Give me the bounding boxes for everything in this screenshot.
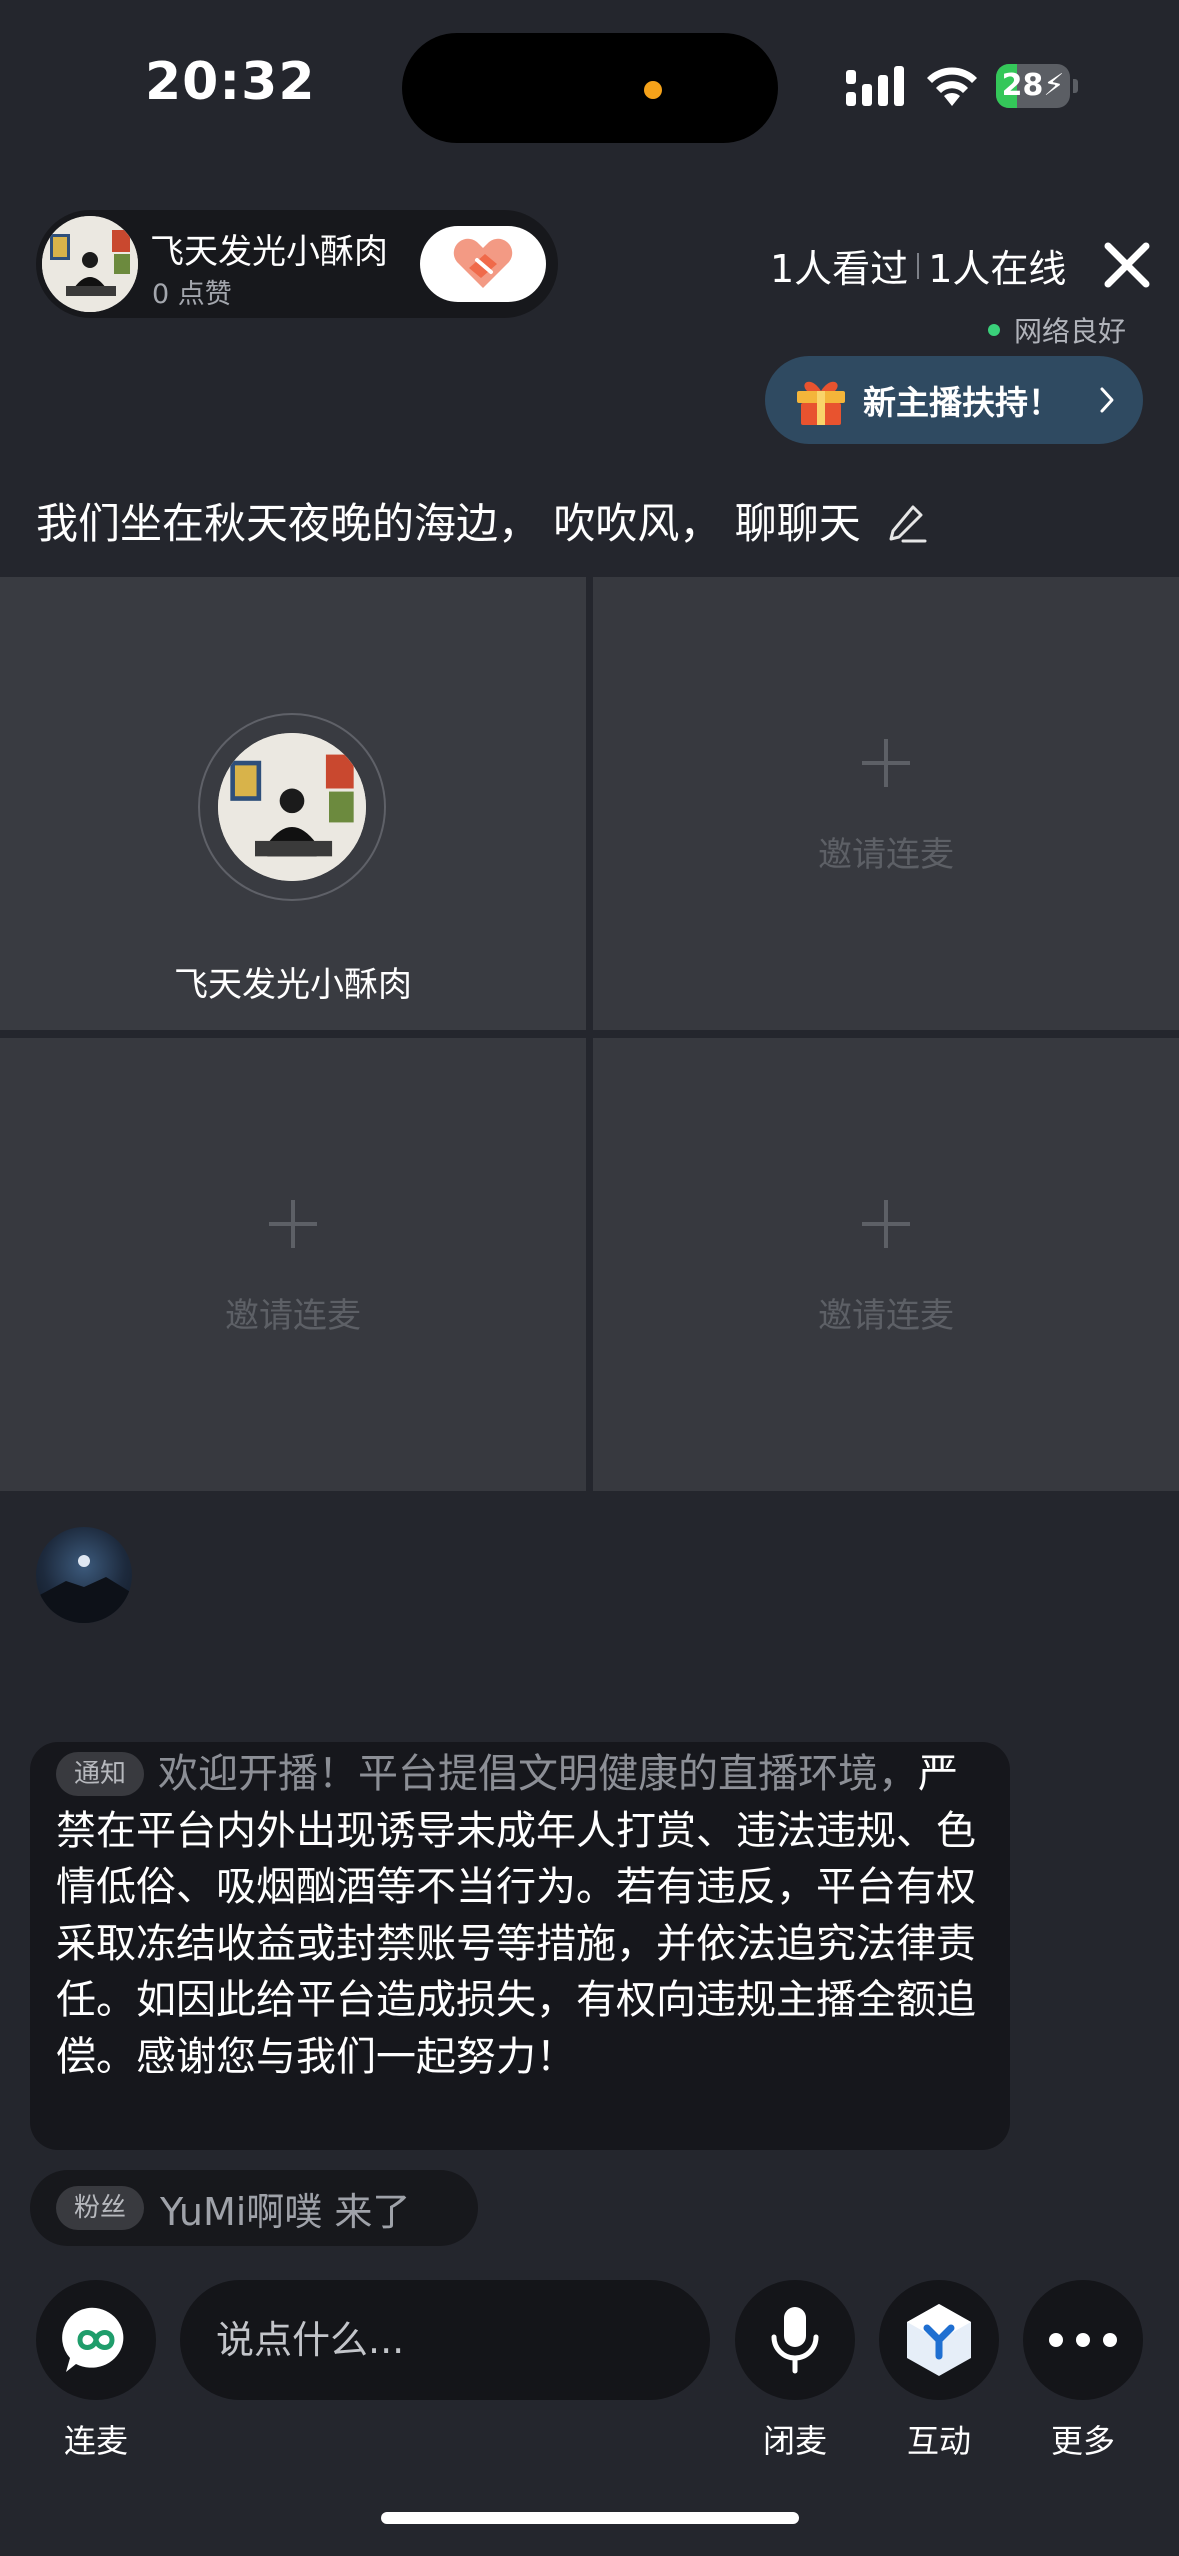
cellular-signal-icon xyxy=(846,66,904,106)
connect-mic-label: 连麦 xyxy=(63,2422,128,2460)
notice-text: 通知 欢迎开播！平台提倡文明健康的直播环境，严禁在平台内外出现诱导未成年人打赏、违… xyxy=(56,1746,986,2085)
invite-mic-label: 邀请连麦 xyxy=(818,835,954,875)
seat-host-name: 飞天发光小酥肉 xyxy=(174,965,412,1005)
link-chat-icon xyxy=(62,2307,124,2372)
mic-seat-host[interactable]: 飞天发光小酥肉 xyxy=(0,577,586,1030)
notice-first-line: 欢迎开播！平台提倡文明健康的直播环境， xyxy=(158,1751,919,1797)
join-message-text: YuMi啊噗 来了 xyxy=(160,2189,411,2234)
interact-button[interactable] xyxy=(879,2280,999,2400)
dynamic-island xyxy=(402,33,778,143)
new-host-support-button[interactable]: 新主播扶持！ xyxy=(765,356,1143,444)
network-status-text: 网络良好 xyxy=(1014,315,1127,348)
host-avatar[interactable] xyxy=(42,216,138,312)
stats-divider xyxy=(917,252,920,279)
battery-level: 28⚡ xyxy=(1001,68,1065,103)
interact-cube-icon xyxy=(907,2304,971,2376)
chat-input[interactable] xyxy=(180,2280,710,2400)
mic-seat-empty[interactable]: 邀请连麦 xyxy=(593,577,1179,1030)
more-label: 更多 xyxy=(1050,2422,1115,2460)
mic-seat-empty[interactable]: 邀请连麦 xyxy=(0,1038,586,1491)
seat-avatar-ring xyxy=(198,713,386,901)
more-button[interactable] xyxy=(1023,2280,1143,2400)
network-status-dot xyxy=(988,324,1000,336)
interact-label: 互动 xyxy=(906,2422,971,2460)
mic-seat-empty[interactable]: 邀请连麦 xyxy=(593,1038,1179,1491)
system-notice-message: 通知 欢迎开播！平台提倡文明健康的直播环境，严禁在平台内外出现诱导未成年人打赏、违… xyxy=(30,1742,1010,2150)
viewer-stats: 1人看过 1人在线 xyxy=(770,238,1066,293)
invite-mic-label: 邀请连麦 xyxy=(818,1296,954,1336)
notice-tag: 通知 xyxy=(56,1752,145,1796)
seat-host-avatar[interactable] xyxy=(218,733,366,881)
fan-tag: 粉丝 xyxy=(56,2186,145,2230)
host-name: 飞天发光小酥肉 xyxy=(150,232,388,272)
room-topic-text: 我们坐在秋天夜晚的海边， 吹吹风， 聊聊天 xyxy=(36,499,861,548)
wifi-icon xyxy=(927,67,977,106)
support-button-label: 新主播扶持！ xyxy=(863,383,1061,422)
mic-seat-grid: 飞天发光小酥肉 邀请连麦 邀请连麦 邀请连麦 xyxy=(0,577,1179,1491)
plus-icon xyxy=(862,739,910,787)
audience-avatar[interactable] xyxy=(36,1527,132,1623)
battery-indicator: 28⚡ xyxy=(996,64,1078,108)
invite-mic-label: 邀请连麦 xyxy=(225,1296,361,1336)
microphone-icon xyxy=(771,2307,819,2374)
gift-icon xyxy=(797,381,845,425)
notice-body: 严禁在平台内外出现诱导未成年人打赏、违法违规、色情低俗、吸烟酗酒等不当行为。若有… xyxy=(56,1751,976,2080)
host-likes-count: 0 点赞 xyxy=(152,279,232,310)
mute-mic-button[interactable] xyxy=(735,2280,855,2400)
heart-handshake-icon xyxy=(453,238,513,288)
connect-mic-button[interactable] xyxy=(36,2280,156,2400)
chevron-right-icon xyxy=(1100,387,1114,413)
join-message: 粉丝 YuMi啊噗 来了 xyxy=(30,2170,478,2246)
follow-button[interactable] xyxy=(420,226,546,302)
edit-icon[interactable] xyxy=(885,499,929,543)
privacy-indicator-dot xyxy=(644,81,662,99)
more-dots-icon xyxy=(1049,2333,1117,2347)
plus-icon xyxy=(862,1200,910,1248)
host-info-pill[interactable]: 飞天发光小酥肉 0 点赞 xyxy=(36,210,558,318)
battery-cap xyxy=(1073,79,1078,93)
mute-mic-label: 闭麦 xyxy=(762,2422,827,2460)
room-topic: 我们坐在秋天夜晚的海边， 吹吹风， 聊聊天 xyxy=(36,490,929,551)
plus-icon xyxy=(269,1200,317,1248)
online-count: 1人在线 xyxy=(928,247,1067,291)
network-status: 网络良好 xyxy=(988,310,1126,350)
close-icon[interactable] xyxy=(1100,238,1154,292)
viewed-count: 1人看过 xyxy=(770,247,909,291)
status-time: 20:32 xyxy=(145,52,316,112)
home-indicator[interactable] xyxy=(381,2512,799,2524)
